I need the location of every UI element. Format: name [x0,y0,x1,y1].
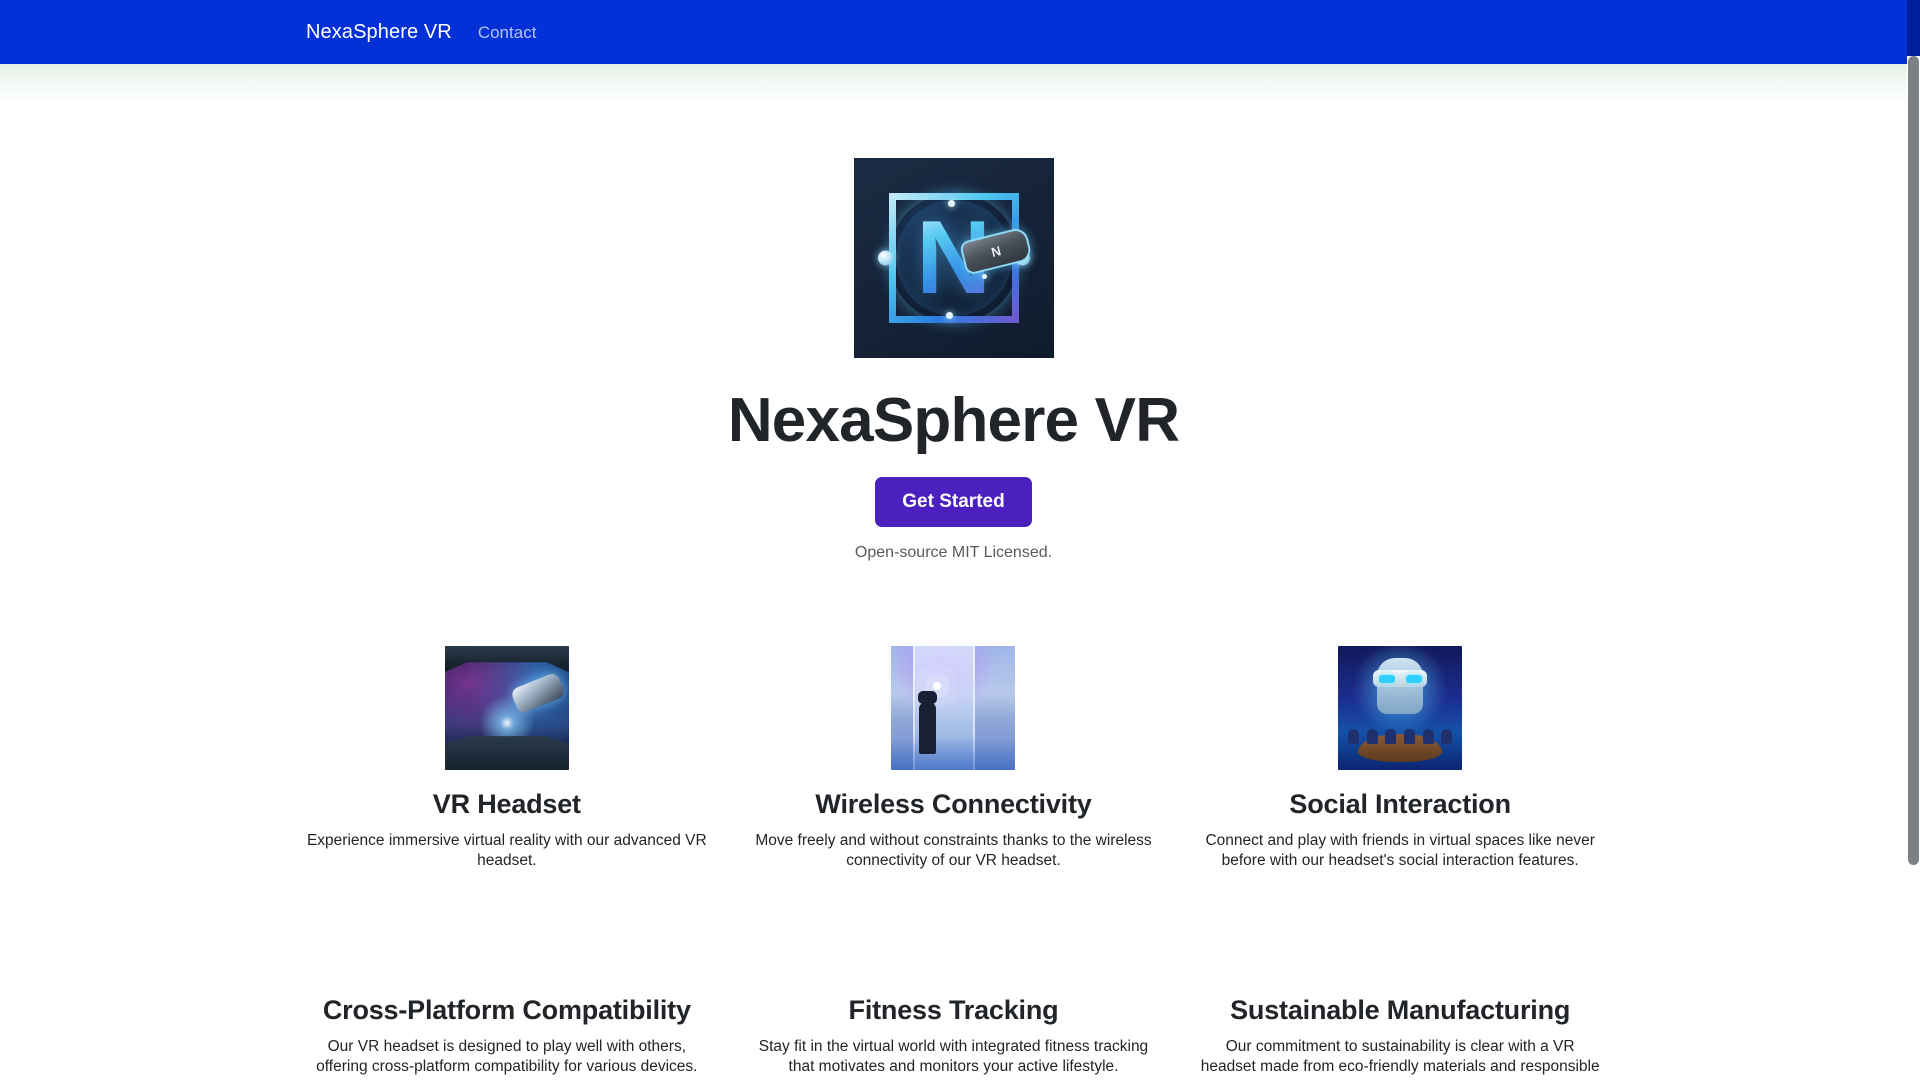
cta-wrapper: Get Started [0,477,1907,528]
vr-goggle-icon [509,671,566,715]
logo-spark-icon [945,312,953,319]
feature-card-vr-headset: VR Headset Experience immersive virtual … [284,646,731,894]
feature-title: Social Interaction [1289,789,1511,820]
features-row-primary: VR Headset Experience immersive virtual … [284,564,1624,894]
get-started-button[interactable]: Get Started [875,477,1032,528]
feature-card-sustainable-manufacturing: Sustainable Manufacturing Our commitment… [1177,976,1624,1080]
hero-section: N N NexaSphere VR Get Started Open-sourc… [0,64,1907,564]
logo-spark-icon [947,200,955,207]
license-note: Open-source MIT Licensed. [854,544,1053,562]
feature-text: Our commitment to sustainability is clea… [1200,1037,1600,1080]
person-silhouette-icon [918,691,938,755]
feature-title: Cross-Platform Compatibility [322,995,691,1026]
feature-title: Fitness Tracking [848,995,1059,1026]
logo-headset-label: N [989,242,1002,260]
crowd-row [1338,729,1462,745]
feature-card-cross-platform: Cross-Platform Compatibility Our VR head… [284,976,731,1080]
top-navbar: NexaSphere VR Contact [0,0,1920,64]
page-content: N N NexaSphere VR Get Started Open-sourc… [0,64,1907,1080]
nexasphere-logo-image: N N [853,158,1054,358]
feature-text: Move freely and without constraints than… [755,831,1152,870]
social-interaction-image [1338,646,1463,771]
vertical-scrollbar-thumb[interactable] [1908,56,1919,865]
scrollbar-navbar-cap [1907,0,1920,56]
browser-viewport: NexaSphere VR Contact N N NexaSphere VR … [0,0,1920,1080]
wireless-signal-icon [933,682,942,691]
feature-title: Wireless Connectivity [815,789,1092,820]
feature-title: VR Headset [432,789,581,820]
vr-headset-image [444,646,569,771]
nav-link-contact[interactable]: Contact [478,24,537,41]
feature-card-fitness-tracking: Fitness Tracking Stay fit in the virtual… [730,976,1177,1080]
feature-text: Our VR headset is designed to play well … [316,1037,698,1076]
feature-title: Sustainable Manufacturing [1230,995,1571,1026]
feature-text: Experience immersive virtual reality wit… [306,831,707,870]
navbar-brand[interactable]: NexaSphere VR [306,22,452,42]
feature-text: Connect and play with friends in virtual… [1205,831,1595,870]
wireless-connectivity-image [891,646,1016,771]
vr-visor-icon [1373,670,1428,688]
navbar-inner: NexaSphere VR Contact [0,22,536,42]
feature-text: Stay fit in the virtual world with integ… [758,1037,1149,1076]
features-row-secondary: Cross-Platform Compatibility Our VR head… [284,894,1624,1080]
page-title: NexaSphere VR [727,386,1180,455]
feature-card-social-interaction: Social Interaction Connect and play with… [1177,646,1624,894]
feature-card-wireless-connectivity: Wireless Connectivity Move freely and wi… [730,646,1177,894]
logo-spark-icon [981,274,987,279]
